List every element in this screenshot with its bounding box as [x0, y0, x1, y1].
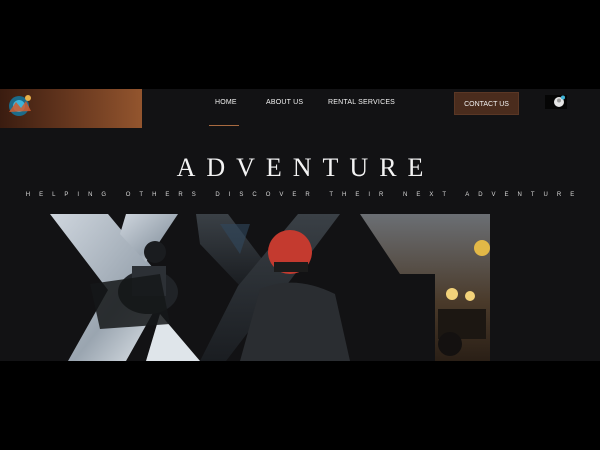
- nav-home[interactable]: HOME: [215, 99, 237, 106]
- main-nav: HOME ABOUT US RENTAL SERVICES: [142, 89, 600, 128]
- hero-title: ADVENTURE: [176, 153, 435, 182]
- logo-icon[interactable]: [4, 92, 34, 120]
- hero-subtitle: HELPING OTHERS DISCOVER THEIR NEXT ADVEN…: [25, 192, 584, 198]
- hero-letter-x-snowmobile: [50, 214, 200, 361]
- hero-letter-x-rider: [196, 214, 350, 361]
- contact-us-button[interactable]: CONTACT US: [454, 92, 519, 115]
- hero-letter-1-atv: [360, 214, 490, 361]
- nav-about-us[interactable]: ABOUT US: [266, 99, 303, 106]
- profile-icon: [554, 95, 565, 107]
- logo-banner[interactable]: [0, 89, 142, 128]
- profile-button[interactable]: [545, 95, 567, 109]
- nav-active-indicator: [209, 125, 239, 126]
- hero-xxi-photo-collage: [50, 214, 490, 361]
- nav-rental-services[interactable]: RENTAL SERVICES: [328, 99, 395, 106]
